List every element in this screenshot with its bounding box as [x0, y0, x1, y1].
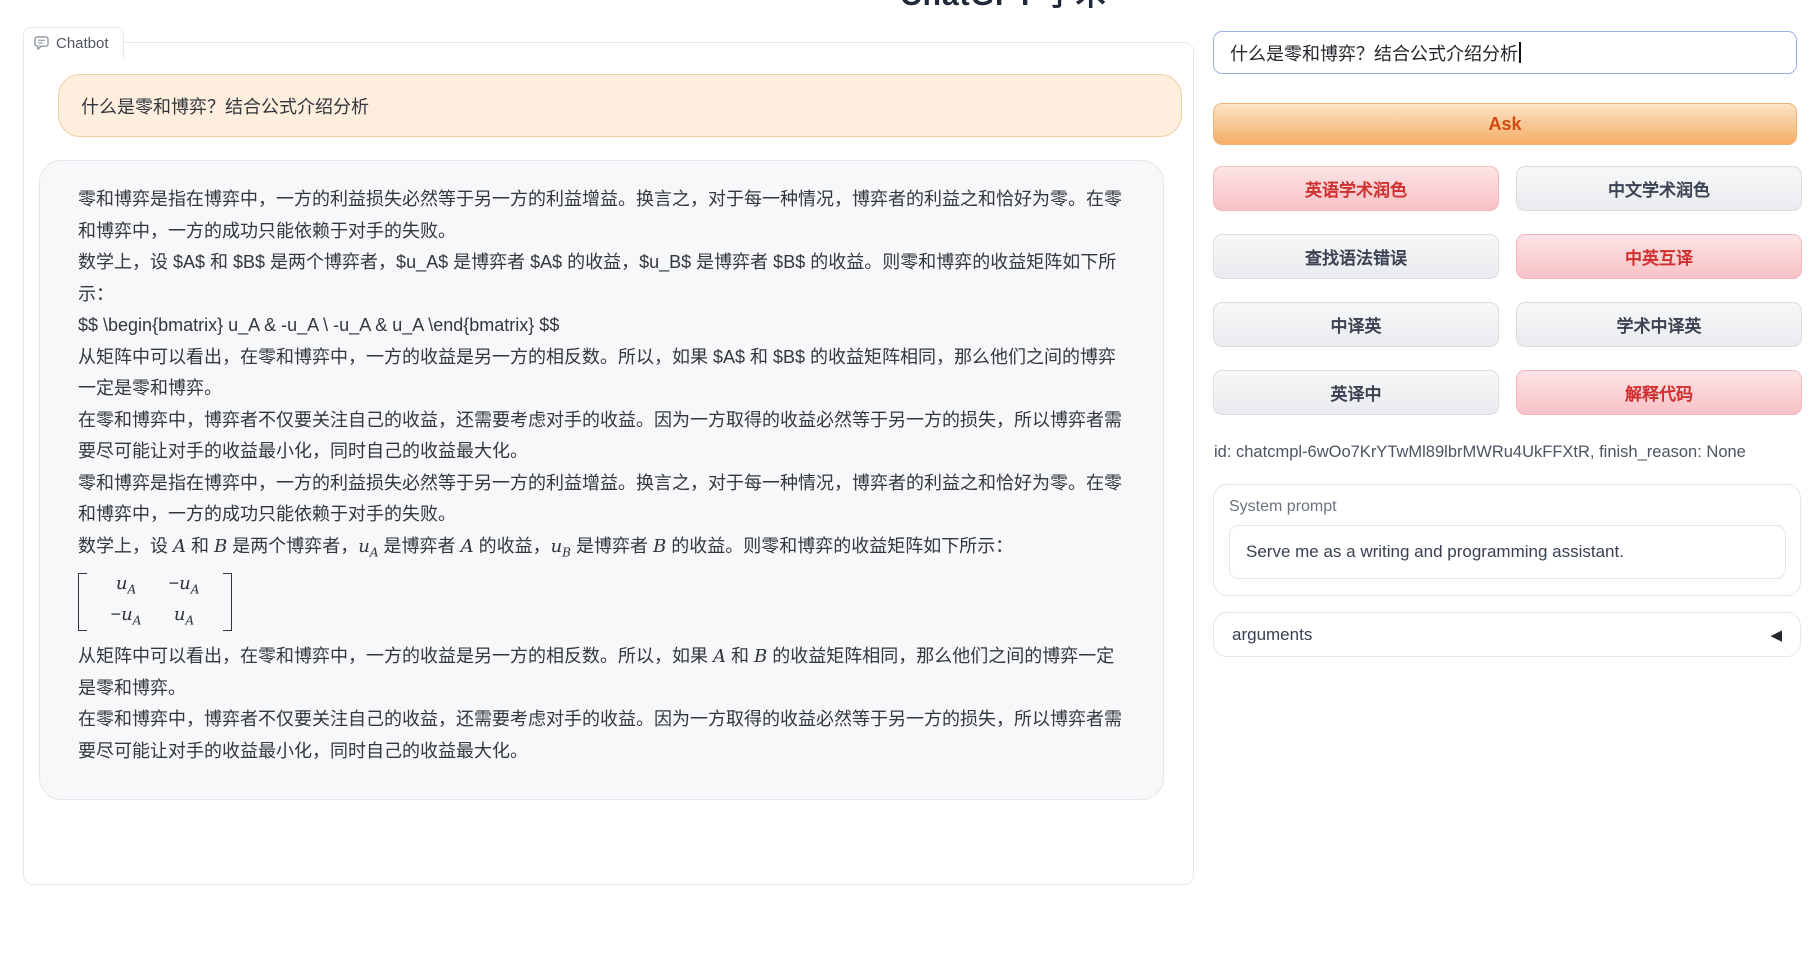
button-chinese-academic-polish[interactable]: 中文学术润色 [1516, 166, 1802, 211]
system-prompt-input[interactable]: Serve me as a writing and programming as… [1229, 525, 1786, 579]
button-find-grammar-errors[interactable]: 查找语法错误 [1213, 234, 1499, 279]
user-message-bubble: 什么是零和博弈？结合公式介绍分析 [58, 74, 1182, 137]
bot-message-bubble: 零和博弈是指在博弈中，一方的利益损失必然等于另一方的利益增益。换言之，对于每一种… [39, 160, 1164, 800]
bot-paragraph: 在零和博弈中，博弈者不仅要关注自己的收益，还需要考虑对手的收益。因为一方取得的收… [78, 405, 1129, 468]
response-status-line: id: chatcmpl-6wOo7KrYTwMl89lbrMWRu4UkFFX… [1214, 443, 1746, 462]
bot-raw-latex-line: $$ \begin{bmatrix} u_A & -u_A \ -u_A & u… [78, 310, 1129, 342]
matrix-left-bracket [78, 573, 87, 631]
button-en-to-zh[interactable]: 英译中 [1213, 370, 1499, 415]
bot-paragraph: 在零和博弈中，博弈者不仅要关注自己的收益，还需要考虑对手的收益。因为一方取得的收… [78, 704, 1129, 767]
control-column: 什么是零和博弈？结合公式介绍分析 Ask 英语学术润色 中文学术润色 查找语法错… [1213, 0, 1802, 961]
ask-button[interactable]: Ask [1213, 103, 1797, 145]
chatbot-label-tab: Chatbot [23, 27, 124, 58]
bot-math-paragraph: 从矩阵中可以看出，在零和博弈中，一方的收益是另一方的相反数。所以，如果 A 和 … [78, 641, 1129, 704]
payoff-matrix: uA−uA−uAuA [78, 573, 232, 631]
bot-paragraph: 数学上，设 $A$ 和 $B$ 是两个博弈者，$u_A$ 是博弈者 $A$ 的收… [78, 247, 1129, 310]
chatbot-label: Chatbot [56, 35, 109, 52]
question-input-value: 什么是零和博弈？结合公式介绍分析 [1230, 40, 1518, 66]
question-input[interactable]: 什么是零和博弈？结合公式介绍分析 [1213, 31, 1797, 74]
accordion-collapse-icon: ◀ [1770, 626, 1782, 644]
arguments-accordion-label: arguments [1232, 625, 1312, 645]
bot-math-paragraph: 数学上，设 A 和 B 是两个博弈者，uA 是博弈者 A 的收益，uB 是博弈者… [78, 531, 1129, 569]
text-cursor [1519, 42, 1521, 63]
button-zh-en-mutual-translate[interactable]: 中英互译 [1516, 234, 1802, 279]
button-english-academic-polish[interactable]: 英语学术润色 [1213, 166, 1499, 211]
arguments-accordion[interactable]: arguments ◀ [1213, 612, 1801, 657]
system-prompt-label: System prompt [1229, 498, 1785, 516]
clipped-page-title: ChatGPT 学术优化 [900, 0, 1120, 8]
user-message-text: 什么是零和博弈？结合公式介绍分析 [81, 93, 369, 119]
button-academic-zh-to-en[interactable]: 学术中译英 [1516, 302, 1802, 347]
button-zh-to-en[interactable]: 中译英 [1213, 302, 1499, 347]
matrix-right-bracket [223, 573, 232, 631]
bot-paragraph: 从矩阵中可以看出，在零和博弈中，一方的收益是另一方的相反数。所以，如果 $A$ … [78, 342, 1129, 405]
chat-bubble-icon [34, 36, 49, 50]
chatbot-panel: 什么是零和博弈？结合公式介绍分析 零和博弈是指在博弈中，一方的利益损失必然等于另… [23, 42, 1194, 885]
bot-paragraph: 零和博弈是指在博弈中，一方的利益损失必然等于另一方的利益增益。换言之，对于每一种… [78, 468, 1129, 531]
button-explain-code[interactable]: 解释代码 [1516, 370, 1802, 415]
system-prompt-group: System prompt Serve me as a writing and … [1213, 484, 1801, 596]
bot-paragraph: 零和博弈是指在博弈中，一方的利益损失必然等于另一方的利益增益。换言之，对于每一种… [78, 184, 1129, 247]
